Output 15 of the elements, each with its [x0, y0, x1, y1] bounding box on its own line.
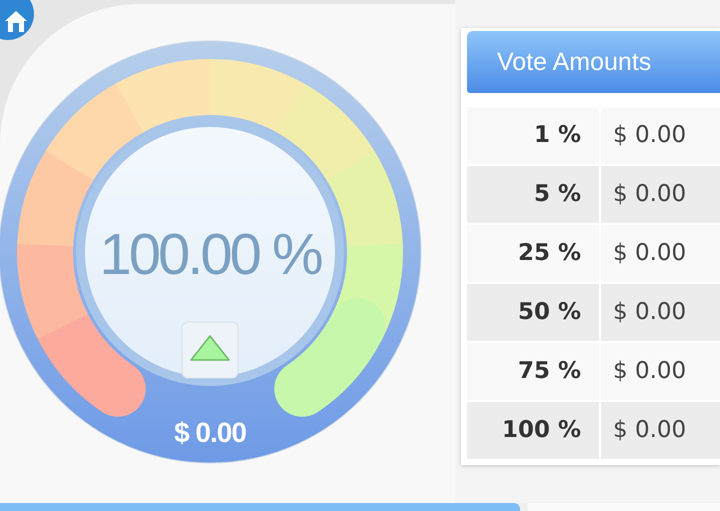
percent-cell: 100 % [467, 402, 599, 459]
amount-cell: $ 0.00 [601, 343, 720, 400]
percent-cell: 75 % [467, 343, 599, 400]
amount-cell: $ 0.00 [601, 402, 720, 459]
amount-cell: $ 0.00 [601, 225, 720, 282]
amount-cell: $ 0.00 [601, 166, 720, 223]
percent-cell: 25 % [467, 225, 599, 282]
percent-readout: 100.00 % [99, 222, 321, 287]
percent-cell: 1 % [467, 107, 599, 164]
amount-cell: $ 0.00 [601, 107, 720, 164]
percent-cell: 50 % [467, 284, 599, 341]
card-header: Vote Amounts [467, 31, 720, 93]
amount-cell: $ 0.00 [601, 284, 720, 341]
percent-cell: 5 % [467, 166, 599, 223]
amount-readout: $ 0.00 [174, 417, 246, 448]
